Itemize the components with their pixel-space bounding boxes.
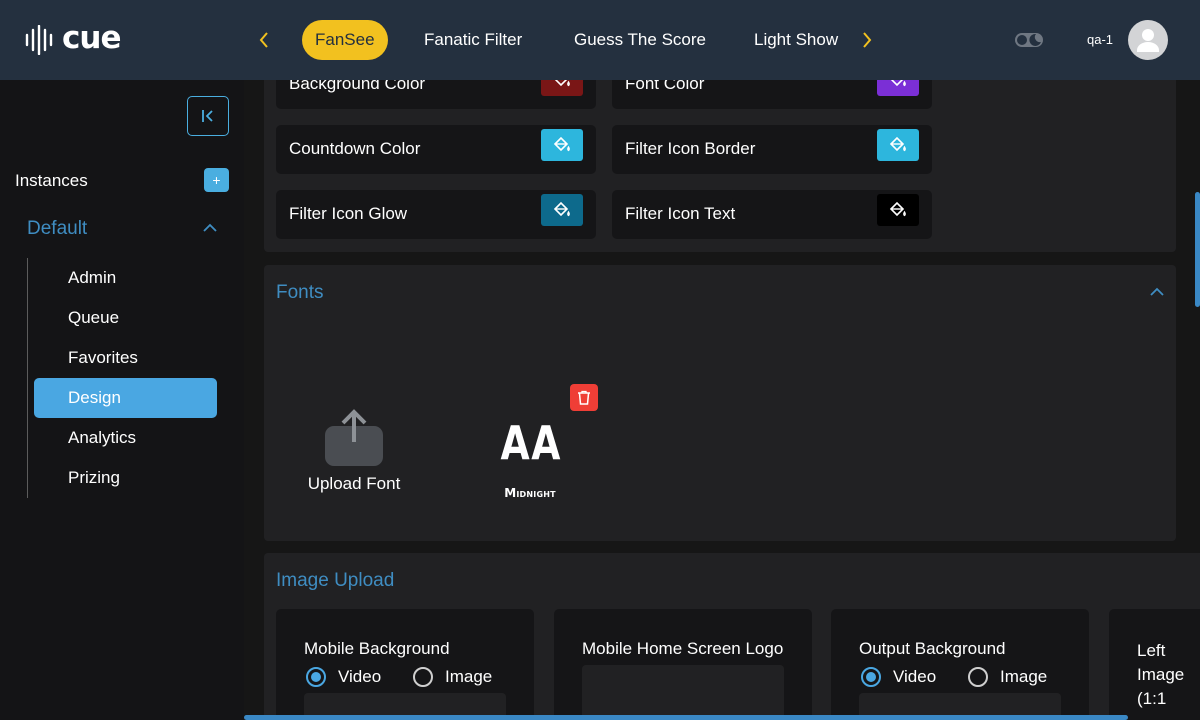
- color-swatch[interactable]: [877, 129, 919, 161]
- top-bar: cue FanSee Fanatic Filter Guess The Scor…: [0, 0, 1200, 80]
- upload-drop-area[interactable]: [582, 665, 784, 720]
- delete-font-button[interactable]: [570, 384, 598, 411]
- upload-icon: [325, 409, 383, 466]
- tabs-next-button[interactable]: [855, 28, 879, 52]
- chevron-right-icon: [863, 32, 872, 48]
- vertical-scrollbar[interactable]: [1195, 192, 1200, 307]
- fonts-title: Fonts: [276, 282, 324, 303]
- horizontal-scrollbar[interactable]: [244, 715, 1128, 720]
- font-name: Midnight: [504, 486, 556, 500]
- chevron-left-icon: [259, 32, 268, 48]
- sidebar-item-admin[interactable]: Admin: [34, 258, 217, 298]
- upload-card-left-image: Left Image (1:1: [1109, 609, 1200, 720]
- radio-indicator: [861, 667, 881, 687]
- card-title: Left Image (1:1: [1137, 641, 1185, 708]
- paint-bucket-icon: [553, 136, 570, 152]
- color-swatch[interactable]: [541, 80, 583, 96]
- radio-image[interactable]: Image: [968, 667, 1047, 687]
- theme-toggle[interactable]: [1014, 30, 1044, 50]
- radio-indicator: [968, 667, 988, 687]
- color-swatch[interactable]: [877, 80, 919, 96]
- chevron-up-icon[interactable]: [202, 222, 218, 234]
- moon-icon: [1015, 33, 1043, 47]
- paint-bucket-icon: [889, 201, 906, 217]
- color-row-countdown: Countdown Color: [276, 125, 596, 174]
- color-label: Filter Icon Glow: [289, 204, 408, 223]
- chevron-up-icon[interactable]: [1149, 286, 1165, 298]
- radio-image[interactable]: Image: [413, 667, 492, 687]
- radio-label: Image: [1000, 667, 1048, 686]
- upload-card-mobile-home-logo: Mobile Home Screen Logo: [554, 609, 812, 720]
- sidebar-item-queue[interactable]: Queue: [34, 298, 217, 338]
- colors-panel: Background Color Font Color Countdown Co…: [264, 80, 1176, 252]
- fonts-panel: [264, 265, 1176, 541]
- color-label: Filter Icon Text: [625, 204, 736, 223]
- trash-icon: [578, 390, 590, 405]
- tab-fanatic-filter[interactable]: Fanatic Filter: [424, 20, 522, 60]
- upload-font-button[interactable]: Upload Font: [304, 408, 404, 498]
- soundwave-icon: [25, 25, 53, 55]
- radio-indicator: [306, 667, 326, 687]
- card-title: Mobile Background: [304, 639, 450, 658]
- radio-video[interactable]: Video: [861, 667, 936, 687]
- radio-label: Video: [338, 667, 382, 686]
- brand-name: cue: [62, 20, 121, 56]
- sidebar-item-prizing[interactable]: Prizing: [34, 458, 217, 498]
- upload-card-output-background: Output Background Video Image: [831, 609, 1089, 720]
- color-swatch[interactable]: [541, 194, 583, 226]
- user-name: qa-1: [1087, 32, 1114, 47]
- color-row-font: Font Color: [612, 80, 932, 109]
- instance-default[interactable]: Default: [27, 218, 87, 240]
- collapse-sidebar-button[interactable]: [187, 96, 229, 136]
- instances-label: Instances: [15, 171, 88, 190]
- color-row-background: Background Color: [276, 80, 596, 109]
- main-content: Background Color Font Color Countdown Co…: [244, 80, 1200, 720]
- add-instance-button[interactable]: +: [204, 168, 229, 192]
- paint-bucket-icon: [554, 80, 570, 87]
- avatar[interactable]: [1128, 20, 1168, 60]
- paint-bucket-icon: [553, 201, 570, 217]
- color-swatch[interactable]: [541, 129, 583, 161]
- cue-logo[interactable]: cue: [24, 20, 121, 58]
- upload-font-label: Upload Font: [307, 474, 401, 493]
- upload-card-mobile-background: Mobile Background Video Image: [276, 609, 534, 720]
- radio-video[interactable]: Video: [306, 667, 381, 687]
- tab-fansee[interactable]: FanSee: [302, 20, 388, 60]
- color-row-filter-icon-glow: Filter Icon Glow: [276, 190, 596, 239]
- paint-bucket-icon: [890, 80, 906, 87]
- color-row-filter-icon-text: Filter Icon Text: [612, 190, 932, 239]
- radio-label: Image: [445, 667, 493, 686]
- collapse-left-icon: [202, 110, 213, 122]
- color-swatch[interactable]: [877, 194, 919, 226]
- color-label: Countdown Color: [289, 139, 421, 158]
- card-title: Mobile Home Screen Logo: [582, 639, 784, 658]
- sidebar-item-design[interactable]: Design: [34, 378, 217, 418]
- tab-light-show[interactable]: Light Show: [754, 20, 838, 60]
- color-label: Filter Icon Border: [625, 139, 756, 158]
- font-card-midnight[interactable]: AA Midnight: [494, 410, 566, 506]
- paint-bucket-icon: [889, 136, 906, 152]
- sidebar-item-favorites[interactable]: Favorites: [34, 338, 217, 378]
- color-label: Font Color: [625, 80, 705, 93]
- tab-guess-the-score[interactable]: Guess The Score: [574, 20, 706, 60]
- color-row-filter-icon-border: Filter Icon Border: [612, 125, 932, 174]
- image-upload-title: Image Upload: [276, 570, 395, 591]
- color-label: Background Color: [289, 80, 426, 93]
- sidebar: Instances + Default Admin Queue Favorite…: [0, 80, 244, 720]
- tabs-prev-button[interactable]: [252, 28, 276, 52]
- font-sample: AA: [500, 416, 563, 470]
- card-title: Output Background: [859, 639, 1006, 658]
- sidebar-item-analytics[interactable]: Analytics: [34, 418, 217, 458]
- tree-line: [27, 258, 28, 498]
- radio-label: Video: [893, 667, 937, 686]
- user-icon: [1137, 29, 1159, 52]
- radio-indicator: [413, 667, 433, 687]
